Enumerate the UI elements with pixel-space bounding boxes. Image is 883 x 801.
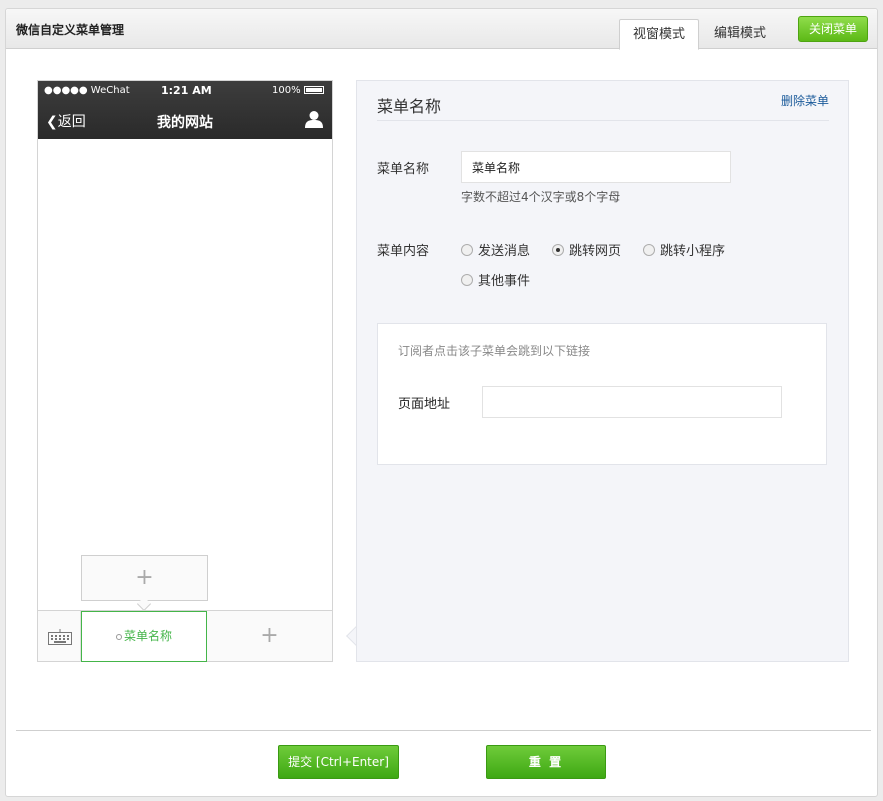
phone-header: ●●●●● WeChat 1:21 AM 100% ❮返回 我的网站 (38, 81, 332, 139)
menu-name-hint: 字数不超过4个汉字或8个字母 (461, 190, 621, 204)
keyboard-icon[interactable] (48, 629, 72, 645)
radio-icon (643, 244, 655, 256)
menu-item-label: 菜单名称 (123, 629, 172, 643)
title-bar: 微信自定义菜单管理 视窗模式 编辑模式 关闭菜单 (6, 9, 877, 50)
reset-button[interactable]: 重 置 (486, 745, 606, 779)
phone-page-title: 我的网站 (157, 115, 213, 131)
option-label: 跳转网页 (569, 244, 622, 259)
phone-preview: ●●●●● WeChat 1:21 AM 100% ❮返回 我的网站 + 菜单名… (37, 80, 333, 662)
menu-manager-window: 微信自定义菜单管理 视窗模式 编辑模式 关闭菜单 ●●●●● WeChat 1:… (5, 8, 878, 797)
radio-icon (461, 244, 473, 256)
option-send-message[interactable]: 发送消息 (461, 240, 530, 259)
menu-name-input[interactable] (461, 151, 731, 183)
menu-content-label: 菜单内容 (377, 244, 430, 259)
editor-header: 菜单名称 删除菜单 (377, 81, 829, 121)
tab-edit-mode[interactable]: 编辑模式 (700, 19, 780, 50)
tab-view-mode[interactable]: 视窗模式 (619, 19, 699, 50)
battery-status: 100% (272, 85, 324, 96)
delete-menu-link[interactable]: 删除菜单 (781, 92, 829, 109)
menu-editor-panel: 菜单名称 删除菜单 菜单名称 字数不超过4个汉字或8个字母 菜单内容 发送消息 … (356, 80, 849, 662)
menu-name-label: 菜单名称 (377, 162, 430, 177)
window-title: 微信自定义菜单管理 (16, 23, 125, 37)
signal-carrier: ●●●●● WeChat (44, 85, 130, 96)
user-icon[interactable] (305, 110, 323, 128)
option-label: 其他事件 (478, 274, 531, 289)
radio-icon (461, 274, 473, 286)
status-time: 1:21 AM (161, 84, 212, 97)
battery-icon (303, 86, 324, 94)
option-label: 跳转小程序 (660, 244, 726, 259)
add-submenu-button[interactable]: + (81, 555, 208, 601)
menu-dot-icon (115, 633, 122, 640)
menu-item-active[interactable]: 菜单名称 (81, 611, 207, 662)
page-url-label: 页面地址 (398, 397, 451, 412)
option-other-event[interactable]: 其他事件 (461, 270, 530, 289)
option-open-webpage[interactable]: 跳转网页 (552, 240, 621, 259)
add-menu-button[interactable]: + (207, 611, 332, 662)
editor-title: 菜单名称 (377, 97, 442, 116)
option-label: 发送消息 (478, 244, 531, 259)
custom-menu-bar: 菜单名称 + (38, 610, 332, 662)
link-settings-box: 订阅者点击该子菜单会跳到以下链接 页面地址 (377, 323, 827, 465)
link-tip: 订阅者点击该子菜单会跳到以下链接 (398, 344, 591, 358)
battery-percent: 100% (272, 85, 301, 96)
submit-button[interactable]: 提交 [Ctrl+Enter] (278, 745, 399, 779)
option-open-miniprogram[interactable]: 跳转小程序 (643, 240, 725, 259)
radio-checked-icon (552, 244, 564, 256)
page-url-input[interactable] (482, 386, 782, 418)
close-menu-button[interactable]: 关闭菜单 (798, 16, 868, 42)
footer-divider (16, 730, 871, 731)
